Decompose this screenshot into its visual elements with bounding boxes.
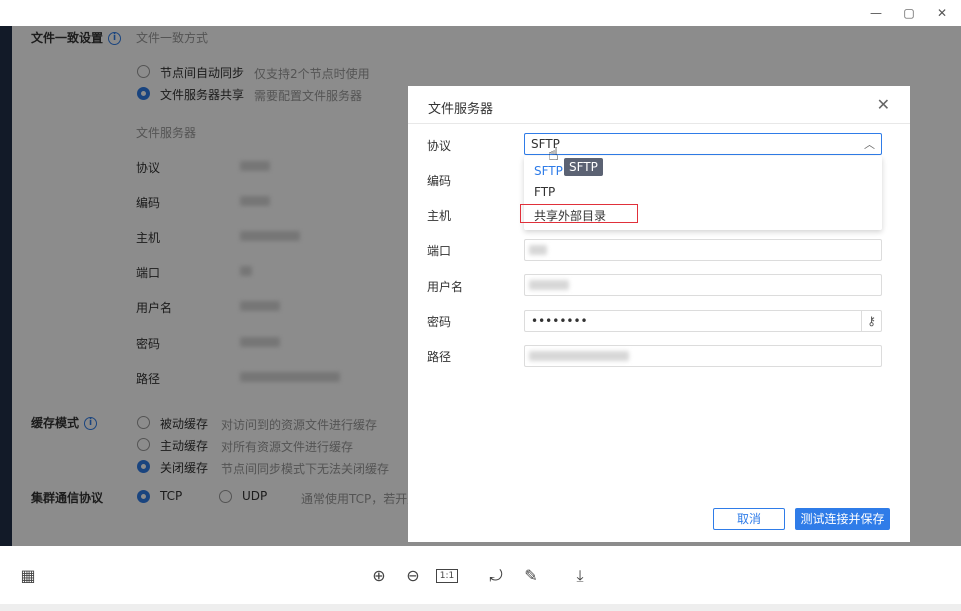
option-tooltip: SFTP [564, 158, 603, 176]
hand-cursor-icon: ☝ [548, 144, 559, 165]
zoom-out-icon[interactable]: ⊖ [403, 566, 423, 586]
option-ftp[interactable]: FTP [534, 185, 555, 199]
maximize-button[interactable]: ▢ [894, 4, 924, 22]
username-field[interactable] [524, 274, 882, 296]
blurred-value [529, 245, 547, 255]
file-server-dialog: 文件服务器 ✕ 协议 SFTP ︿ 编码 主机 端口 用户名 密码 ••••••… [408, 86, 910, 542]
username-label: 用户名 [427, 280, 464, 294]
test-and-save-button[interactable]: 测试连接并保存 [795, 508, 890, 530]
title-bar: — ▢ ✕ [0, 0, 961, 26]
password-field[interactable]: •••••••• ⚷ [524, 310, 882, 332]
zoom-in-icon[interactable]: ⊕ [369, 566, 389, 586]
blurred-value [529, 351, 629, 361]
close-window-button[interactable]: ✕ [927, 4, 957, 22]
password-label: 密码 [427, 315, 452, 329]
encoding-label: 编码 [427, 174, 452, 188]
option-sftp[interactable]: SFTP [534, 164, 563, 178]
actual-size-button[interactable]: 1:1 [436, 569, 458, 583]
bottom-edge [0, 604, 961, 611]
edit-pencil-icon[interactable]: ✎ [521, 566, 541, 586]
dialog-title: 文件服务器 [428, 102, 494, 117]
port-field[interactable] [524, 239, 882, 261]
host-label: 主机 [427, 209, 452, 223]
highlight-box [520, 204, 638, 223]
path-label: 路径 [427, 350, 452, 364]
grid-icon[interactable]: ▦ [18, 566, 38, 586]
password-value: •••••••• [531, 314, 588, 328]
key-icon[interactable]: ⚷ [861, 311, 881, 331]
chevron-up-icon: ︿ [864, 138, 875, 151]
dialog-header: 文件服务器 ✕ [408, 86, 910, 124]
app-window: — ▢ ✕ 文件一致设置 i 文件一致方式 节点间自动同步 仅支持2个节点时使用 … [0, 0, 961, 611]
protocol-select[interactable]: SFTP ︿ [524, 133, 882, 155]
port-label: 端口 [427, 244, 452, 258]
path-field[interactable] [524, 345, 882, 367]
cancel-button[interactable]: 取消 [713, 508, 785, 530]
protocol-label: 协议 [427, 139, 452, 153]
close-icon[interactable]: ✕ [877, 95, 890, 114]
minimize-button[interactable]: — [861, 4, 891, 22]
download-icon[interactable]: ⤓ [570, 566, 590, 586]
viewer-toolbar: ▦ ⊕ ⊖ 1:1 ⤾ ✎ ⤓ [0, 546, 961, 604]
rotate-icon[interactable]: ⤾ [486, 566, 506, 586]
blurred-value [529, 280, 569, 290]
